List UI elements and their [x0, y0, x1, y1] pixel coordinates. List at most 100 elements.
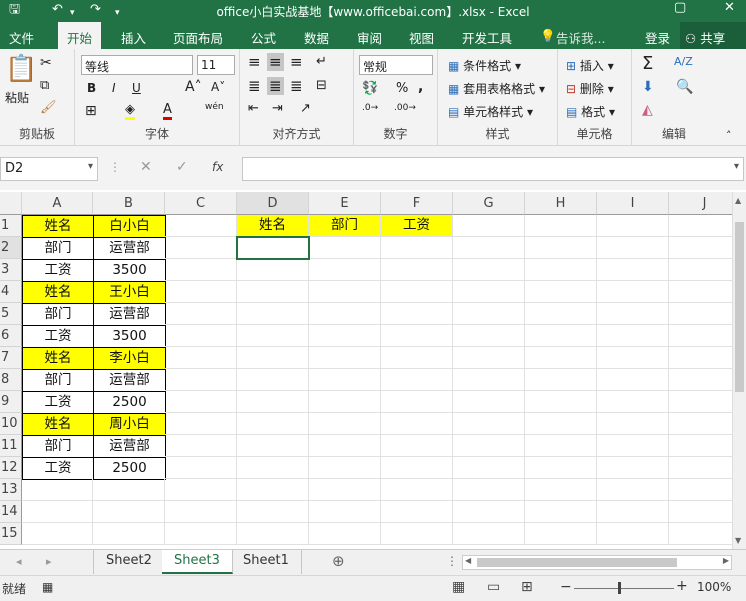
cell-e10[interactable]: [309, 413, 381, 435]
cell-j11[interactable]: [669, 435, 732, 457]
cell-f13[interactable]: [381, 479, 453, 501]
cell-c7[interactable]: [165, 347, 237, 369]
scroll-up-icon[interactable]: ▲: [735, 196, 744, 206]
align-right-icon[interactable]: ≣: [290, 77, 303, 95]
phonetic-icon[interactable]: wén: [205, 102, 224, 112]
cell-b15[interactable]: [93, 523, 165, 545]
row-header-12[interactable]: 12: [0, 457, 22, 479]
formula-input[interactable]: ▾: [242, 157, 744, 181]
wrap-text-icon[interactable]: ↵: [316, 54, 327, 69]
scroll-right-icon[interactable]: ▶: [723, 556, 729, 565]
horizontal-scroll-thumb[interactable]: [477, 558, 677, 567]
cell-g9[interactable]: [453, 391, 525, 413]
cell-h4[interactable]: [525, 281, 597, 303]
cell-a12[interactable]: 工资: [22, 457, 94, 480]
cell-j9[interactable]: [669, 391, 732, 413]
cell-j12[interactable]: [669, 457, 732, 479]
cell-h2[interactable]: [525, 237, 597, 259]
fill-color-icon[interactable]: ◈: [125, 103, 135, 120]
cell-a5[interactable]: 部门: [22, 303, 94, 326]
cell-e2[interactable]: [309, 237, 381, 259]
page-break-view-icon[interactable]: ⊞: [521, 579, 533, 595]
increase-font-icon[interactable]: A˄: [185, 79, 202, 95]
cell-e12[interactable]: [309, 457, 381, 479]
cell-c8[interactable]: [165, 369, 237, 391]
cell-f8[interactable]: [381, 369, 453, 391]
row-header-11[interactable]: 11: [0, 435, 22, 457]
cell-c13[interactable]: [165, 479, 237, 501]
cell-h1[interactable]: [525, 215, 597, 237]
cell-d8[interactable]: [237, 369, 309, 391]
cell-j2[interactable]: [669, 237, 732, 259]
copy-icon[interactable]: ⧉: [40, 78, 49, 93]
row-header-4[interactable]: 4: [0, 281, 22, 303]
scroll-down-icon[interactable]: ▼: [735, 536, 744, 546]
cell-d13[interactable]: [237, 479, 309, 501]
column-header-i[interactable]: I: [597, 192, 669, 215]
tab-file[interactable]: 文件: [9, 28, 34, 47]
cell-g3[interactable]: [453, 259, 525, 281]
cell-e5[interactable]: [309, 303, 381, 325]
scroll-left-icon[interactable]: ◀: [465, 556, 471, 565]
align-bottom-icon[interactable]: ≡: [290, 53, 303, 71]
zoom-slider[interactable]: [574, 588, 674, 589]
cell-g2[interactable]: [453, 237, 525, 259]
cell-j10[interactable]: [669, 413, 732, 435]
cell-b4[interactable]: 王小白: [93, 281, 166, 304]
font-name-select[interactable]: 等线: [81, 55, 193, 75]
align-center-icon[interactable]: ≣: [267, 77, 284, 95]
cell-i15[interactable]: [597, 523, 669, 545]
cell-g7[interactable]: [453, 347, 525, 369]
cell-a8[interactable]: 部门: [22, 369, 94, 392]
cell-d11[interactable]: [237, 435, 309, 457]
decrease-indent-icon[interactable]: ⇤: [248, 101, 259, 116]
cell-c6[interactable]: [165, 325, 237, 347]
cell-f11[interactable]: [381, 435, 453, 457]
cell-a2[interactable]: 部门: [22, 237, 94, 260]
bold-button[interactable]: B: [87, 81, 96, 95]
column-header-f[interactable]: F: [381, 192, 453, 215]
sheet-tab-sheet1[interactable]: Sheet1: [231, 550, 302, 574]
plus-circle-icon[interactable]: ⊕: [332, 552, 345, 570]
cell-a4[interactable]: 姓名: [22, 281, 94, 304]
expand-formula-icon[interactable]: ▾: [734, 161, 739, 172]
cell-f15[interactable]: [381, 523, 453, 545]
restore-icon[interactable]: ▢: [674, 0, 686, 16]
cell-i5[interactable]: [597, 303, 669, 325]
cell-a1[interactable]: 姓名: [22, 215, 94, 238]
row-header-3[interactable]: 3: [0, 259, 22, 281]
cell-j3[interactable]: [669, 259, 732, 281]
insert-cells-button[interactable]: ⊞ 插入 ▾: [566, 57, 614, 74]
cell-d9[interactable]: [237, 391, 309, 413]
cell-f14[interactable]: [381, 501, 453, 523]
horizontal-scrollbar[interactable]: ◀ ▶: [462, 555, 732, 570]
cell-b14[interactable]: [93, 501, 165, 523]
cell-c1[interactable]: [165, 215, 237, 237]
percent-button[interactable]: %: [396, 81, 408, 96]
cell-g6[interactable]: [453, 325, 525, 347]
row-header-14[interactable]: 14: [0, 501, 22, 523]
cell-e9[interactable]: [309, 391, 381, 413]
cell-f12[interactable]: [381, 457, 453, 479]
row-header-2[interactable]: 2: [0, 237, 22, 259]
page-layout-view-icon[interactable]: ▭: [487, 579, 500, 595]
cell-c12[interactable]: [165, 457, 237, 479]
cell-d15[interactable]: [237, 523, 309, 545]
cell-g8[interactable]: [453, 369, 525, 391]
cell-b7[interactable]: 李小白: [93, 347, 166, 370]
cell-e14[interactable]: [309, 501, 381, 523]
cell-i9[interactable]: [597, 391, 669, 413]
cell-h3[interactable]: [525, 259, 597, 281]
sheet-tab-sheet3[interactable]: Sheet3: [162, 550, 233, 574]
row-header-8[interactable]: 8: [0, 369, 22, 391]
row-header-15[interactable]: 15: [0, 523, 22, 545]
zoom-level[interactable]: 100%: [697, 580, 731, 594]
cell-c4[interactable]: [165, 281, 237, 303]
cell-c2[interactable]: [165, 237, 237, 259]
cell-a11[interactable]: 部门: [22, 435, 94, 458]
cell-a14[interactable]: [22, 501, 93, 523]
cell-e6[interactable]: [309, 325, 381, 347]
zoom-slider-thumb[interactable]: [618, 582, 621, 594]
column-header-c[interactable]: C: [165, 192, 237, 215]
cell-a7[interactable]: 姓名: [22, 347, 94, 370]
